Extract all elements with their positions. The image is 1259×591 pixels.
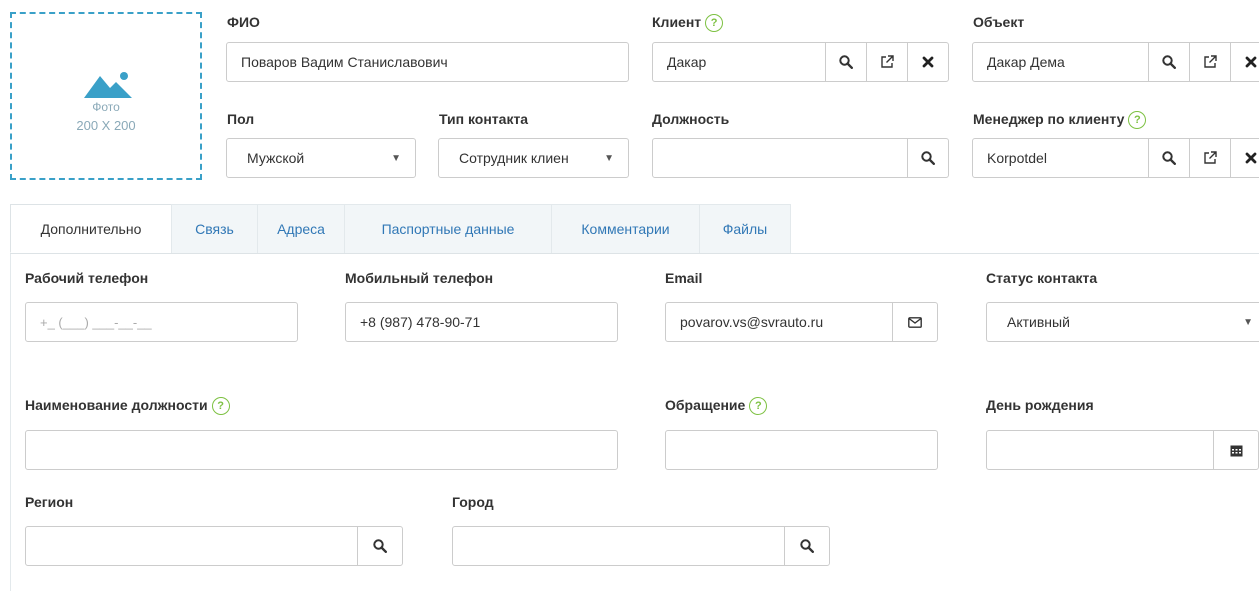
close-icon	[1245, 56, 1257, 68]
work-phone-label: Рабочий телефон	[25, 270, 149, 286]
client-field[interactable]: Дакар	[652, 42, 949, 82]
city-search-button[interactable]	[784, 527, 829, 565]
object-search-button[interactable]	[1148, 43, 1189, 81]
object-clear-button[interactable]	[1230, 43, 1259, 81]
work-phone-placeholder: +_ (___) ___-__-__	[40, 314, 152, 330]
region-field[interactable]	[25, 526, 403, 566]
birthday-field[interactable]	[986, 430, 1259, 470]
image-placeholder-icon	[82, 66, 134, 100]
external-link-icon	[1204, 151, 1217, 164]
manager-field[interactable]: Korpotdel	[972, 138, 1259, 178]
contact-status-label: Статус контакта	[986, 270, 1098, 286]
client-open-button[interactable]	[866, 43, 907, 81]
salutation-label: Обращение?	[665, 397, 768, 416]
tab-passport[interactable]: Паспортные данные	[344, 204, 552, 253]
tab-additional[interactable]: Дополнительно	[10, 204, 172, 253]
tab-files[interactable]: Файлы	[699, 204, 791, 253]
close-icon	[1245, 152, 1257, 164]
manager-value: Korpotdel	[987, 150, 1047, 166]
birthday-calendar-button[interactable]	[1213, 431, 1258, 469]
manager-open-button[interactable]	[1189, 139, 1230, 177]
search-icon	[1162, 55, 1176, 69]
photo-upload[interactable]: Фото 200 X 200	[10, 12, 202, 180]
envelope-icon	[908, 316, 922, 328]
position-name-label: Наименование должности?	[25, 397, 230, 416]
manager-clear-button[interactable]	[1230, 139, 1259, 177]
panel-border	[10, 254, 11, 591]
tabs-divider	[10, 253, 1259, 254]
manager-label: Менеджер по клиенту?	[973, 111, 1147, 130]
client-clear-button[interactable]	[907, 43, 948, 81]
mobile-phone-field[interactable]: +8 (987) 478-90-71	[345, 302, 618, 342]
client-label: Клиент?	[652, 14, 724, 33]
external-link-icon	[881, 55, 894, 68]
mobile-phone-label: Мобильный телефон	[345, 270, 494, 286]
position-field[interactable]	[652, 138, 949, 178]
region-label: Регион	[25, 494, 74, 510]
fio-value: Поваров Вадим Станиславович	[241, 54, 448, 70]
fio-field[interactable]: Поваров Вадим Станиславович	[226, 42, 629, 82]
gender-label: Пол	[227, 111, 255, 127]
tab-comments[interactable]: Комментарии	[551, 204, 700, 253]
help-icon[interactable]: ?	[749, 397, 768, 416]
contact-type-select[interactable]: Сотрудник клиен ▼	[438, 138, 629, 178]
region-search-button[interactable]	[357, 527, 402, 565]
photo-size: 200 X 200	[76, 118, 136, 133]
object-field[interactable]: Дакар Дема	[972, 42, 1259, 82]
contact-type-value: Сотрудник клиен	[459, 150, 569, 166]
contact-status-select[interactable]: Активный ▼	[986, 302, 1259, 342]
search-icon	[373, 539, 387, 553]
search-icon	[1162, 151, 1176, 165]
gender-value: Мужской	[247, 150, 305, 166]
help-icon[interactable]: ?	[705, 14, 724, 33]
email-send-button[interactable]	[892, 303, 937, 341]
client-value: Дакар	[667, 54, 707, 70]
birthday-label: День рождения	[986, 397, 1094, 413]
object-label: Объект	[973, 14, 1025, 30]
help-icon[interactable]: ?	[1128, 111, 1147, 130]
work-phone-field[interactable]: +_ (___) ___-__-__	[25, 302, 298, 342]
mobile-phone-value: +8 (987) 478-90-71	[360, 314, 481, 330]
gender-select[interactable]: Мужской ▼	[226, 138, 416, 178]
position-search-button[interactable]	[907, 139, 948, 177]
city-label: Город	[452, 494, 494, 510]
fio-label: ФИО	[227, 14, 260, 30]
tab-addresses[interactable]: Адреса	[257, 204, 345, 253]
chevron-down-icon: ▼	[1243, 317, 1253, 328]
position-label: Должность	[652, 111, 730, 127]
contact-type-label: Тип контакта	[439, 111, 529, 127]
search-icon	[839, 55, 853, 69]
chevron-down-icon: ▼	[604, 153, 614, 164]
close-icon	[922, 56, 934, 68]
help-icon[interactable]: ?	[211, 397, 230, 416]
search-icon	[800, 539, 814, 553]
chevron-down-icon: ▼	[391, 153, 401, 164]
tab-communication[interactable]: Связь	[171, 204, 258, 253]
photo-label: Фото	[92, 100, 120, 114]
client-search-button[interactable]	[825, 43, 866, 81]
object-open-button[interactable]	[1189, 43, 1230, 81]
calendar-icon	[1230, 445, 1242, 456]
object-value: Дакар Дема	[987, 54, 1065, 70]
contact-status-value: Активный	[1007, 314, 1070, 330]
email-label: Email	[665, 270, 703, 286]
manager-search-button[interactable]	[1148, 139, 1189, 177]
position-name-field[interactable]	[25, 430, 618, 470]
email-field[interactable]: povarov.vs@svrauto.ru	[665, 302, 938, 342]
search-icon	[921, 151, 935, 165]
external-link-icon	[1204, 55, 1217, 68]
email-value: povarov.vs@svrauto.ru	[680, 314, 824, 330]
salutation-field[interactable]	[665, 430, 938, 470]
city-field[interactable]	[452, 526, 830, 566]
